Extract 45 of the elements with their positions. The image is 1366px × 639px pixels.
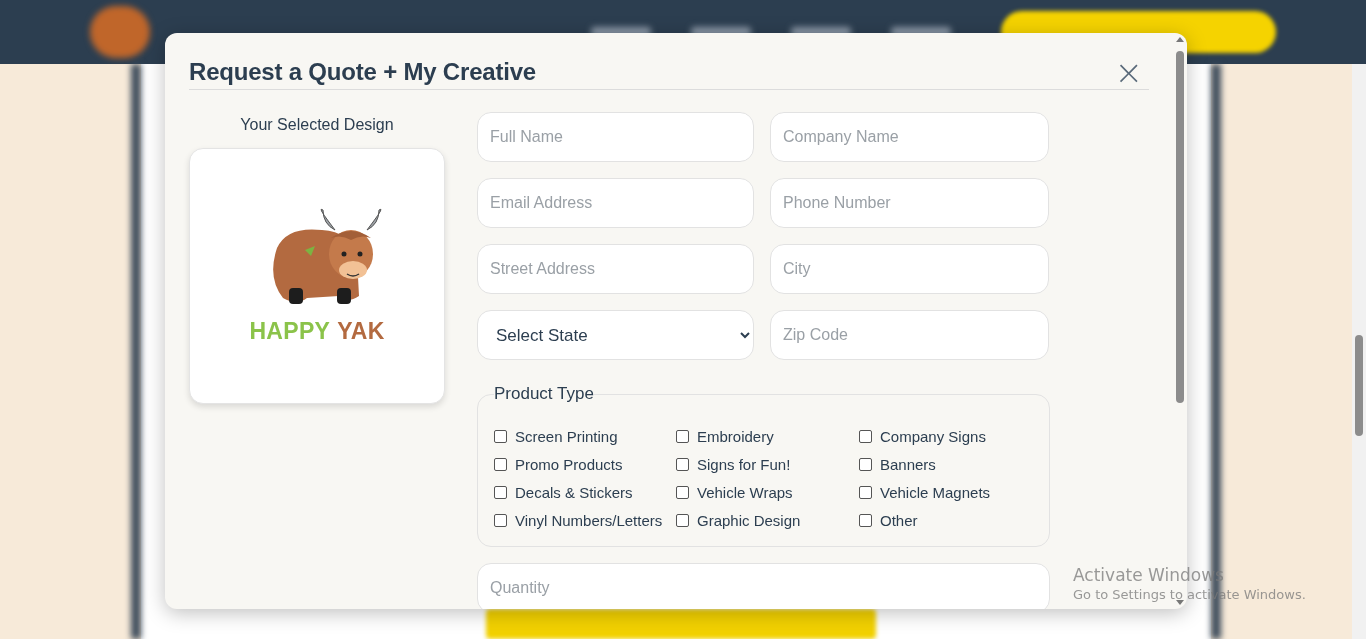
text-field[interactable]: Street Address: [477, 244, 754, 294]
product-checkbox[interactable]: Graphic Design: [676, 510, 859, 530]
text-field[interactable]: Company Name: [770, 112, 1049, 162]
checkbox[interactable]: [676, 485, 689, 499]
checkbox[interactable]: [494, 457, 507, 471]
quantity-field[interactable]: Quantity: [477, 563, 1050, 609]
design-label: Your Selected Design: [240, 116, 394, 134]
text-field[interactable]: Phone Number: [770, 178, 1049, 228]
checkbox[interactable]: [859, 513, 872, 527]
checkbox[interactable]: [676, 429, 689, 443]
product-checkbox[interactable]: Vinyl Numbers/Letters: [494, 510, 676, 530]
text-field[interactable]: Email Address: [477, 178, 754, 228]
logo-text: YAK: [337, 317, 385, 345]
checkbox[interactable]: [494, 513, 507, 527]
close-button[interactable]: ×: [1108, 57, 1149, 87]
product-checkbox[interactable]: Banners: [859, 454, 1039, 474]
scroll-down-icon[interactable]: [1176, 600, 1184, 605]
logo-text: HAPPY: [249, 317, 331, 345]
text-field[interactable]: City: [770, 244, 1049, 294]
page-scrollbar[interactable]: [1352, 64, 1366, 639]
scrollbar-thumb[interactable]: [1176, 51, 1184, 403]
product-checkbox[interactable]: Embroidery: [676, 426, 859, 446]
product-checkbox[interactable]: Company Signs: [859, 426, 1039, 446]
product-checkbox[interactable]: Other: [859, 510, 1039, 530]
scrollbar-thumb[interactable]: [1355, 335, 1363, 436]
checkbox[interactable]: [676, 513, 689, 527]
checkbox[interactable]: [859, 457, 872, 471]
product-checkbox[interactable]: Vehicle Wraps: [676, 482, 859, 502]
product-checkbox[interactable]: Screen Printing: [494, 426, 676, 446]
product-checkbox[interactable]: Decals & Stickers: [494, 482, 676, 502]
checkbox[interactable]: [494, 485, 507, 499]
checkbox[interactable]: [859, 485, 872, 499]
scroll-up-icon[interactable]: [1176, 37, 1184, 42]
product-type-legend: Product Type: [494, 384, 594, 404]
text-field[interactable]: Zip Code: [770, 310, 1049, 360]
product-checkbox[interactable]: Signs for Fun!: [676, 454, 859, 474]
text-field[interactable]: Full Name: [477, 112, 754, 162]
state-select[interactable]: Select State: [477, 310, 754, 360]
checkbox[interactable]: [494, 429, 507, 443]
product-checkbox[interactable]: Promo Products: [494, 454, 676, 474]
modal-title: Request a Quote + My Creative: [189, 58, 536, 86]
checkbox[interactable]: [676, 457, 689, 471]
product-checkbox[interactable]: Vehicle Magnets: [859, 482, 1039, 502]
checkbox[interactable]: [859, 429, 872, 443]
blurred-logo-icon: [90, 6, 150, 58]
